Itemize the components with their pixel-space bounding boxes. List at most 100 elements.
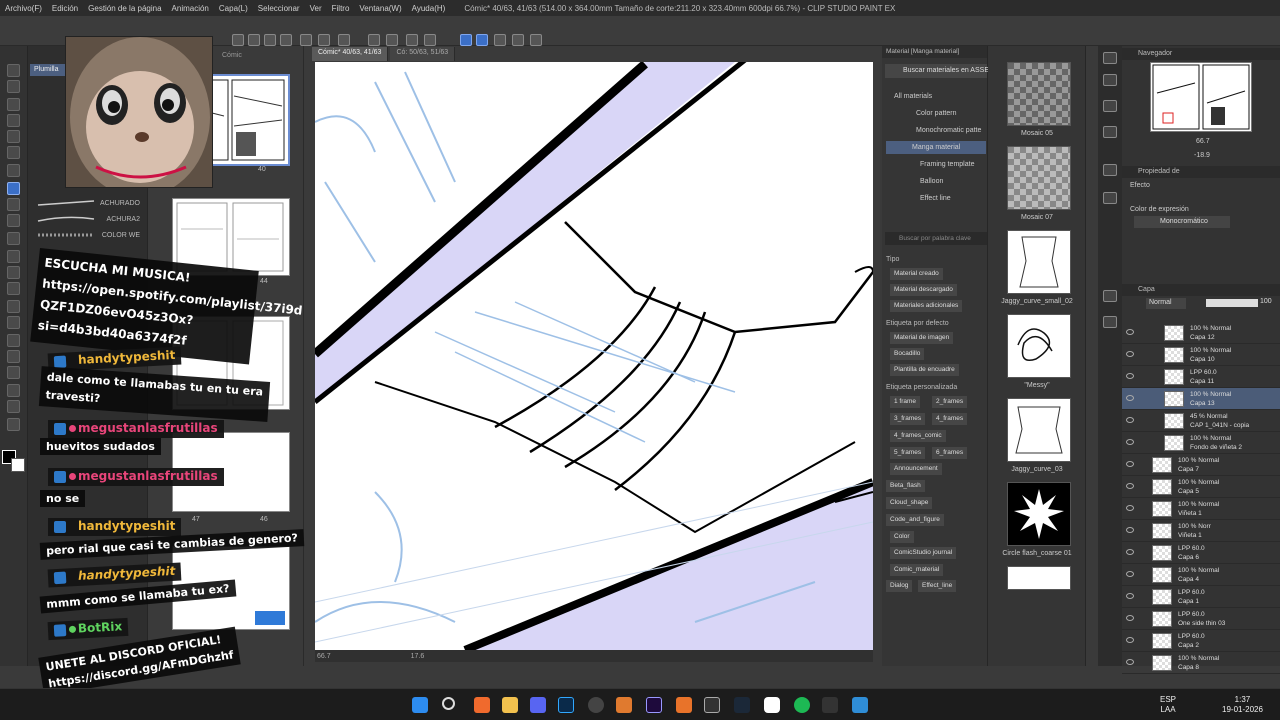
- layer-row[interactable]: 100 % Normal Fondo de viñeta 2: [1122, 432, 1280, 454]
- file-explorer-icon[interactable]: [502, 697, 518, 713]
- chip-4-frames-comic[interactable]: 4_frames_comic: [890, 430, 946, 442]
- material-mosaic-07[interactable]: [1007, 146, 1071, 210]
- new-icon[interactable]: [232, 34, 244, 46]
- eye-icon[interactable]: [1126, 439, 1134, 445]
- menu-ayuda[interactable]: Ayuda(H): [407, 4, 451, 13]
- chip-6-frames[interactable]: 6_frames: [932, 447, 968, 459]
- menu-filtro[interactable]: Filtro: [327, 4, 355, 13]
- chip-cloud-shape[interactable]: Cloud_shape: [886, 497, 933, 509]
- chip-material-imagen[interactable]: Material de imagen: [890, 332, 954, 344]
- tree-color-pattern[interactable]: Color pattern: [886, 107, 986, 120]
- start-icon[interactable]: [412, 697, 428, 713]
- menu-archivo[interactable]: Archivo(F): [0, 4, 47, 13]
- chip-comicstudio-journal[interactable]: ComicStudio journal: [890, 547, 957, 559]
- chip-4-frames[interactable]: 4_frames: [932, 413, 968, 425]
- steam-icon[interactable]: [734, 697, 750, 713]
- frame-icon[interactable]: [7, 350, 20, 363]
- pencil-tool-icon[interactable]: [7, 198, 20, 211]
- hand-tool-icon[interactable]: [7, 80, 20, 93]
- rotate-icon[interactable]: [512, 34, 524, 46]
- angle-readout[interactable]: 17.6: [411, 653, 425, 660]
- flip-icon[interactable]: [530, 34, 542, 46]
- layer-row[interactable]: 100 % Normal Capa 8: [1122, 652, 1280, 674]
- menu-gestion-pagina[interactable]: Gestión de la página: [83, 4, 166, 13]
- magic-wand-icon[interactable]: [7, 146, 20, 159]
- save-icon[interactable]: [264, 34, 276, 46]
- chip-plantilla-encuadre[interactable]: Plantilla de encuadre: [890, 364, 959, 376]
- zoom-tool-icon[interactable]: [7, 64, 20, 77]
- assets-search-button[interactable]: Buscar materiales en ASSETS: [885, 64, 998, 78]
- blend-icon[interactable]: [7, 282, 20, 295]
- fill-icon[interactable]: [386, 34, 398, 46]
- eye-icon[interactable]: [1126, 527, 1134, 533]
- chip-materiales-adicionales[interactable]: Materiales adicionales: [890, 300, 963, 312]
- deselect-icon[interactable]: [338, 34, 350, 46]
- layer-row[interactable]: 100 % Normal Capa 5: [1122, 476, 1280, 498]
- move-tool-icon[interactable]: [7, 114, 20, 127]
- tree-effect-line[interactable]: Effect line: [886, 192, 986, 205]
- decoration-icon[interactable]: [7, 250, 20, 263]
- chip-color[interactable]: Color: [890, 531, 914, 543]
- chip-3-frames[interactable]: 3_frames: [890, 413, 926, 425]
- layer-row[interactable]: 100 % Normal Capa 12: [1122, 322, 1280, 344]
- obs-icon[interactable]: [588, 697, 604, 713]
- menu-animacion[interactable]: Animación: [167, 4, 214, 13]
- search-layer-icon[interactable]: [1103, 316, 1117, 328]
- eye-icon[interactable]: [1126, 593, 1134, 599]
- photoshop-icon[interactable]: [558, 697, 574, 713]
- material-messy[interactable]: [1007, 314, 1071, 378]
- menu-edicion[interactable]: Edición: [47, 4, 83, 13]
- menu-ventana[interactable]: Ventana(W): [354, 4, 406, 13]
- clock[interactable]: 1:37 19-01-2026: [1222, 695, 1263, 715]
- tree-balloon[interactable]: Balloon: [886, 175, 986, 188]
- brush-color-we[interactable]: COLOR WE: [32, 228, 144, 242]
- layer-row[interactable]: LPP 60.0 Capa 11: [1122, 366, 1280, 388]
- tree-framing-template[interactable]: Framing template: [886, 158, 986, 171]
- discord-icon[interactable]: [530, 697, 546, 713]
- pen-tool-icon[interactable]: [7, 182, 20, 195]
- eye-icon[interactable]: [1126, 571, 1134, 577]
- chip-dialog[interactable]: Dialog: [886, 580, 913, 592]
- clear-icon[interactable]: [368, 34, 380, 46]
- layer-property-icon[interactable]: [1103, 290, 1117, 302]
- eye-icon[interactable]: [1126, 505, 1134, 511]
- brush-tool-icon[interactable]: [7, 214, 20, 227]
- figure-icon[interactable]: [7, 334, 20, 347]
- navigator-zoom[interactable]: 66.7: [1196, 138, 1210, 145]
- sub-color-swatch[interactable]: [11, 458, 25, 472]
- menu-capa[interactable]: Capa(L): [214, 4, 253, 13]
- blend-mode-select[interactable]: Normal: [1146, 298, 1186, 309]
- eye-icon[interactable]: [1126, 351, 1134, 357]
- fill-tool-icon[interactable]: [7, 300, 20, 313]
- expression-color-select[interactable]: Monocromático: [1134, 216, 1230, 228]
- material-circle-flash[interactable]: [1007, 482, 1071, 546]
- properties-icon[interactable]: [1103, 164, 1117, 176]
- export-icon[interactable]: [280, 34, 292, 46]
- lasso-tool-icon[interactable]: [7, 130, 20, 143]
- language-indicator[interactable]: ESP LAA: [1160, 695, 1176, 715]
- snap-grid-icon[interactable]: [494, 34, 506, 46]
- layer-row[interactable]: LPP 60.0 Capa 1: [1122, 586, 1280, 608]
- gradient-icon[interactable]: [7, 316, 20, 329]
- brush-size-icon[interactable]: [1103, 192, 1117, 204]
- chip-2-frames[interactable]: 2_frames: [932, 396, 968, 408]
- crop-icon[interactable]: [424, 34, 436, 46]
- airbrush-icon[interactable]: [7, 232, 20, 245]
- capcut-icon[interactable]: [822, 697, 838, 713]
- search-icon[interactable]: [442, 697, 455, 710]
- brave-icon[interactable]: [474, 697, 490, 713]
- eye-icon[interactable]: [1126, 373, 1134, 379]
- premiere-icon[interactable]: [646, 697, 662, 713]
- material-next[interactable]: [1007, 566, 1071, 590]
- chip-material-descargado[interactable]: Material descargado: [890, 284, 957, 296]
- subview-icon[interactable]: [1103, 74, 1117, 86]
- eye-icon[interactable]: [1126, 659, 1134, 665]
- layer-row[interactable]: LPP 60.0 Capa 6: [1122, 542, 1280, 564]
- brush-achura2[interactable]: ACHURA2: [32, 212, 144, 226]
- chip-bocadillo[interactable]: Bocadillo: [890, 348, 925, 360]
- tab-comic-50[interactable]: Có: 50/63, 51/63: [390, 47, 456, 61]
- chip-comic-material[interactable]: Comic_material: [890, 564, 944, 576]
- app-icon[interactable]: [676, 697, 692, 713]
- eyedropper-icon[interactable]: [7, 164, 20, 177]
- subtool-tab[interactable]: Plumilla: [30, 64, 70, 76]
